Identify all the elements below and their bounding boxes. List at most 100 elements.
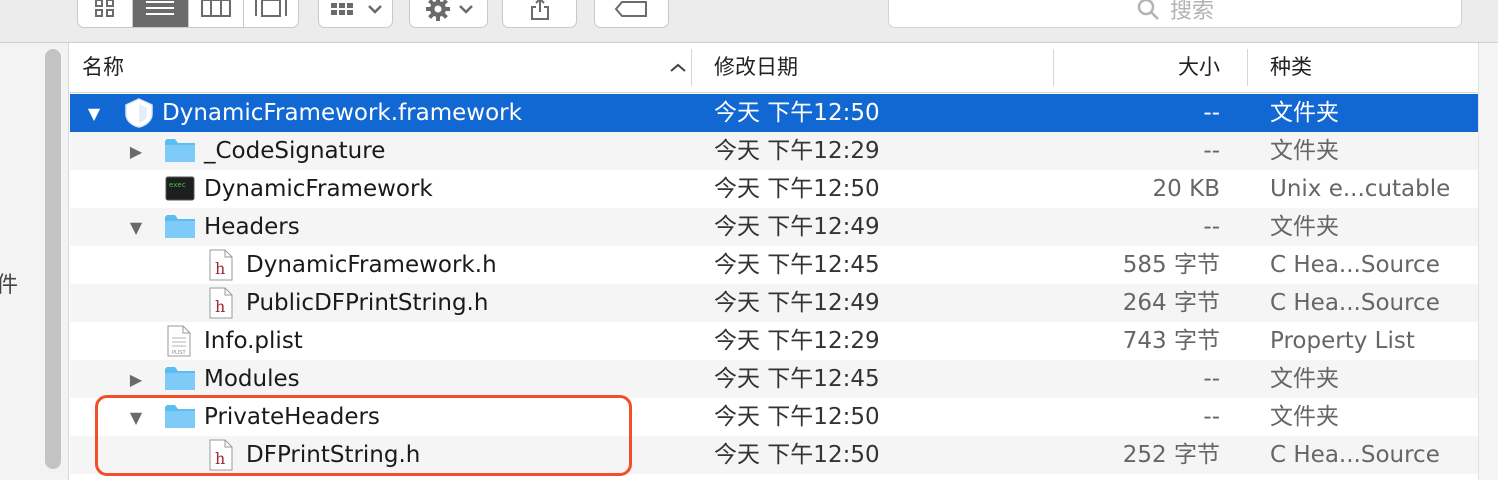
file-kind: 文件夹 — [1270, 404, 1339, 430]
list-row-publicdfprintstring-h[interactable]: h PublicDFPrintString.h 今天 下午12:49 264 字… — [70, 284, 1478, 322]
group-grid-icon — [330, 3, 353, 15]
folder-icon — [165, 367, 195, 390]
column-header-kind[interactable]: 种类 — [1270, 43, 1312, 92]
folder-icon — [165, 139, 195, 162]
file-name: DynamicFramework.framework — [162, 100, 522, 126]
file-kind: 文件夹 — [1270, 214, 1339, 240]
list-icon — [146, 1, 175, 15]
toolbar: 搜索 — [0, 0, 1498, 43]
file-name: PublicDFPrintString.h — [246, 290, 489, 316]
file-date: 今天 下午12:45 — [714, 252, 880, 278]
icon-view-button[interactable] — [78, 0, 134, 27]
svg-text:h: h — [215, 259, 225, 278]
file-kind: C Hea...Source — [1270, 252, 1440, 278]
file-kind: Property List — [1270, 328, 1415, 354]
list-row-codesignature[interactable]: ▶ _CodeSignature 今天 下午12:29 -- 文件夹 — [70, 132, 1478, 170]
sidebar-scrollbar[interactable] — [45, 49, 61, 469]
column-header-kind-label: 种类 — [1270, 55, 1312, 79]
file-name: DFPrintString.h — [246, 442, 421, 468]
file-date: 今天 下午12:29 — [714, 328, 880, 354]
file-kind: C Hea...Source — [1270, 442, 1440, 468]
disclosure-expanded-icon[interactable]: ▼ — [84, 94, 104, 132]
chevron-down-icon — [367, 5, 382, 14]
folder-icon — [165, 405, 195, 428]
file-name: Info.plist — [204, 328, 303, 354]
executable-icon: exec — [165, 176, 195, 201]
file-size: 252 字节 — [1122, 442, 1220, 468]
svg-text:h: h — [215, 297, 225, 316]
svg-text:PLIST: PLIST — [172, 350, 186, 356]
disclosure-collapsed-icon[interactable]: ▶ — [126, 132, 146, 170]
list-row-privateheaders[interactable]: ▼ PrivateHeaders 今天 下午12:50 -- 文件夹 — [70, 398, 1478, 436]
file-date: 今天 下午12:49 — [714, 214, 880, 240]
share-icon — [530, 0, 549, 20]
search-field[interactable]: 搜索 — [888, 0, 1462, 28]
list-row-dynamicframework-framework[interactable]: ▼ DynamicFramework.framework 今天 下午12:50 … — [70, 94, 1478, 132]
column-header-name-label: 名称 — [82, 55, 124, 79]
file-date: 今天 下午12:50 — [714, 404, 880, 430]
file-name: DynamicFramework.h — [246, 252, 497, 278]
file-date: 今天 下午12:49 — [714, 290, 880, 316]
search-placeholder: 搜索 — [1169, 0, 1214, 24]
column-header-size-label: 大小 — [1178, 55, 1220, 79]
header-file-icon: h — [209, 287, 233, 319]
list-view-button[interactable] — [133, 0, 189, 27]
gear-icon — [425, 0, 450, 21]
group-by-button[interactable] — [318, 0, 393, 28]
file-size: 264 字节 — [1122, 290, 1220, 316]
column-header-date-label: 修改日期 — [714, 55, 798, 79]
gallery-view-button[interactable] — [244, 0, 298, 27]
sidebar: 件 — [0, 43, 69, 480]
framework-bundle-icon — [125, 98, 153, 128]
file-date: 今天 下午12:45 — [714, 366, 880, 392]
file-date: 今天 下午12:29 — [714, 138, 880, 164]
column-header-size[interactable]: 大小 — [1178, 43, 1220, 92]
share-button[interactable] — [502, 0, 577, 28]
folder-icon — [165, 215, 195, 238]
file-size: 743 字节 — [1122, 328, 1220, 354]
file-size: 585 字节 — [1122, 252, 1220, 278]
file-name: Modules — [204, 366, 300, 392]
svg-text:h: h — [215, 449, 225, 468]
file-date: 今天 下午12:50 — [714, 176, 880, 202]
svg-text:exec: exec — [169, 181, 186, 189]
file-name: PrivateHeaders — [204, 404, 380, 430]
plist-file-icon: PLIST — [167, 325, 191, 357]
list-row-dfprintstring-h[interactable]: h DFPrintString.h 今天 下午12:50 252 字节 C He… — [70, 436, 1478, 474]
action-menu-button[interactable] — [409, 0, 488, 28]
file-size: -- — [1203, 366, 1220, 392]
disclosure-expanded-icon[interactable]: ▼ — [126, 398, 146, 436]
view-mode-segmented-control[interactable] — [77, 0, 299, 28]
header-file-icon: h — [209, 439, 233, 471]
column-view-button[interactable] — [189, 0, 244, 27]
file-list: 名称 修改日期 大小 种类 ▼ DynamicFramework.framewo… — [70, 43, 1498, 480]
file-size: -- — [1203, 138, 1220, 164]
list-row-info-plist[interactable]: PLIST Info.plist 今天 下午12:29 743 字节 Prope… — [70, 322, 1478, 360]
column-header-row: 名称 修改日期 大小 种类 — [70, 43, 1478, 93]
file-kind: C Hea...Source — [1270, 290, 1440, 316]
sidebar-item-label-partial: 件 — [0, 273, 19, 298]
search-icon — [1137, 0, 1159, 20]
file-kind: 文件夹 — [1270, 100, 1339, 126]
list-row-dynamicframework-binary[interactable]: exec DynamicFramework 今天 下午12:50 20 KB U… — [70, 170, 1478, 208]
disclosure-collapsed-icon[interactable]: ▶ — [126, 360, 146, 398]
list-row-dynamicframework-h[interactable]: h DynamicFramework.h 今天 下午12:45 585 字节 C… — [70, 246, 1478, 284]
edit-tags-button[interactable] — [594, 0, 669, 28]
tag-icon — [614, 1, 647, 17]
disclosure-expanded-icon[interactable]: ▼ — [126, 208, 146, 246]
file-kind: Unix e...cutable — [1270, 176, 1451, 202]
file-date: 今天 下午12:50 — [714, 442, 880, 468]
list-row-headers[interactable]: ▼ Headers 今天 下午12:49 -- 文件夹 — [70, 208, 1478, 246]
column-header-name[interactable]: 名称 — [82, 43, 694, 92]
file-size: 20 KB — [1152, 176, 1220, 202]
columns-icon — [200, 0, 231, 17]
grid-icon — [95, 0, 115, 17]
header-file-icon: h — [209, 249, 233, 281]
list-row-modules[interactable]: ▶ Modules 今天 下午12:45 -- 文件夹 — [70, 360, 1478, 398]
file-name: _CodeSignature — [204, 138, 386, 164]
file-size: -- — [1203, 100, 1220, 126]
column-header-date[interactable]: 修改日期 — [714, 43, 798, 92]
file-date: 今天 下午12:50 — [714, 100, 880, 126]
file-name: Headers — [204, 214, 300, 240]
vertical-scrollbar-track[interactable] — [1478, 43, 1498, 480]
